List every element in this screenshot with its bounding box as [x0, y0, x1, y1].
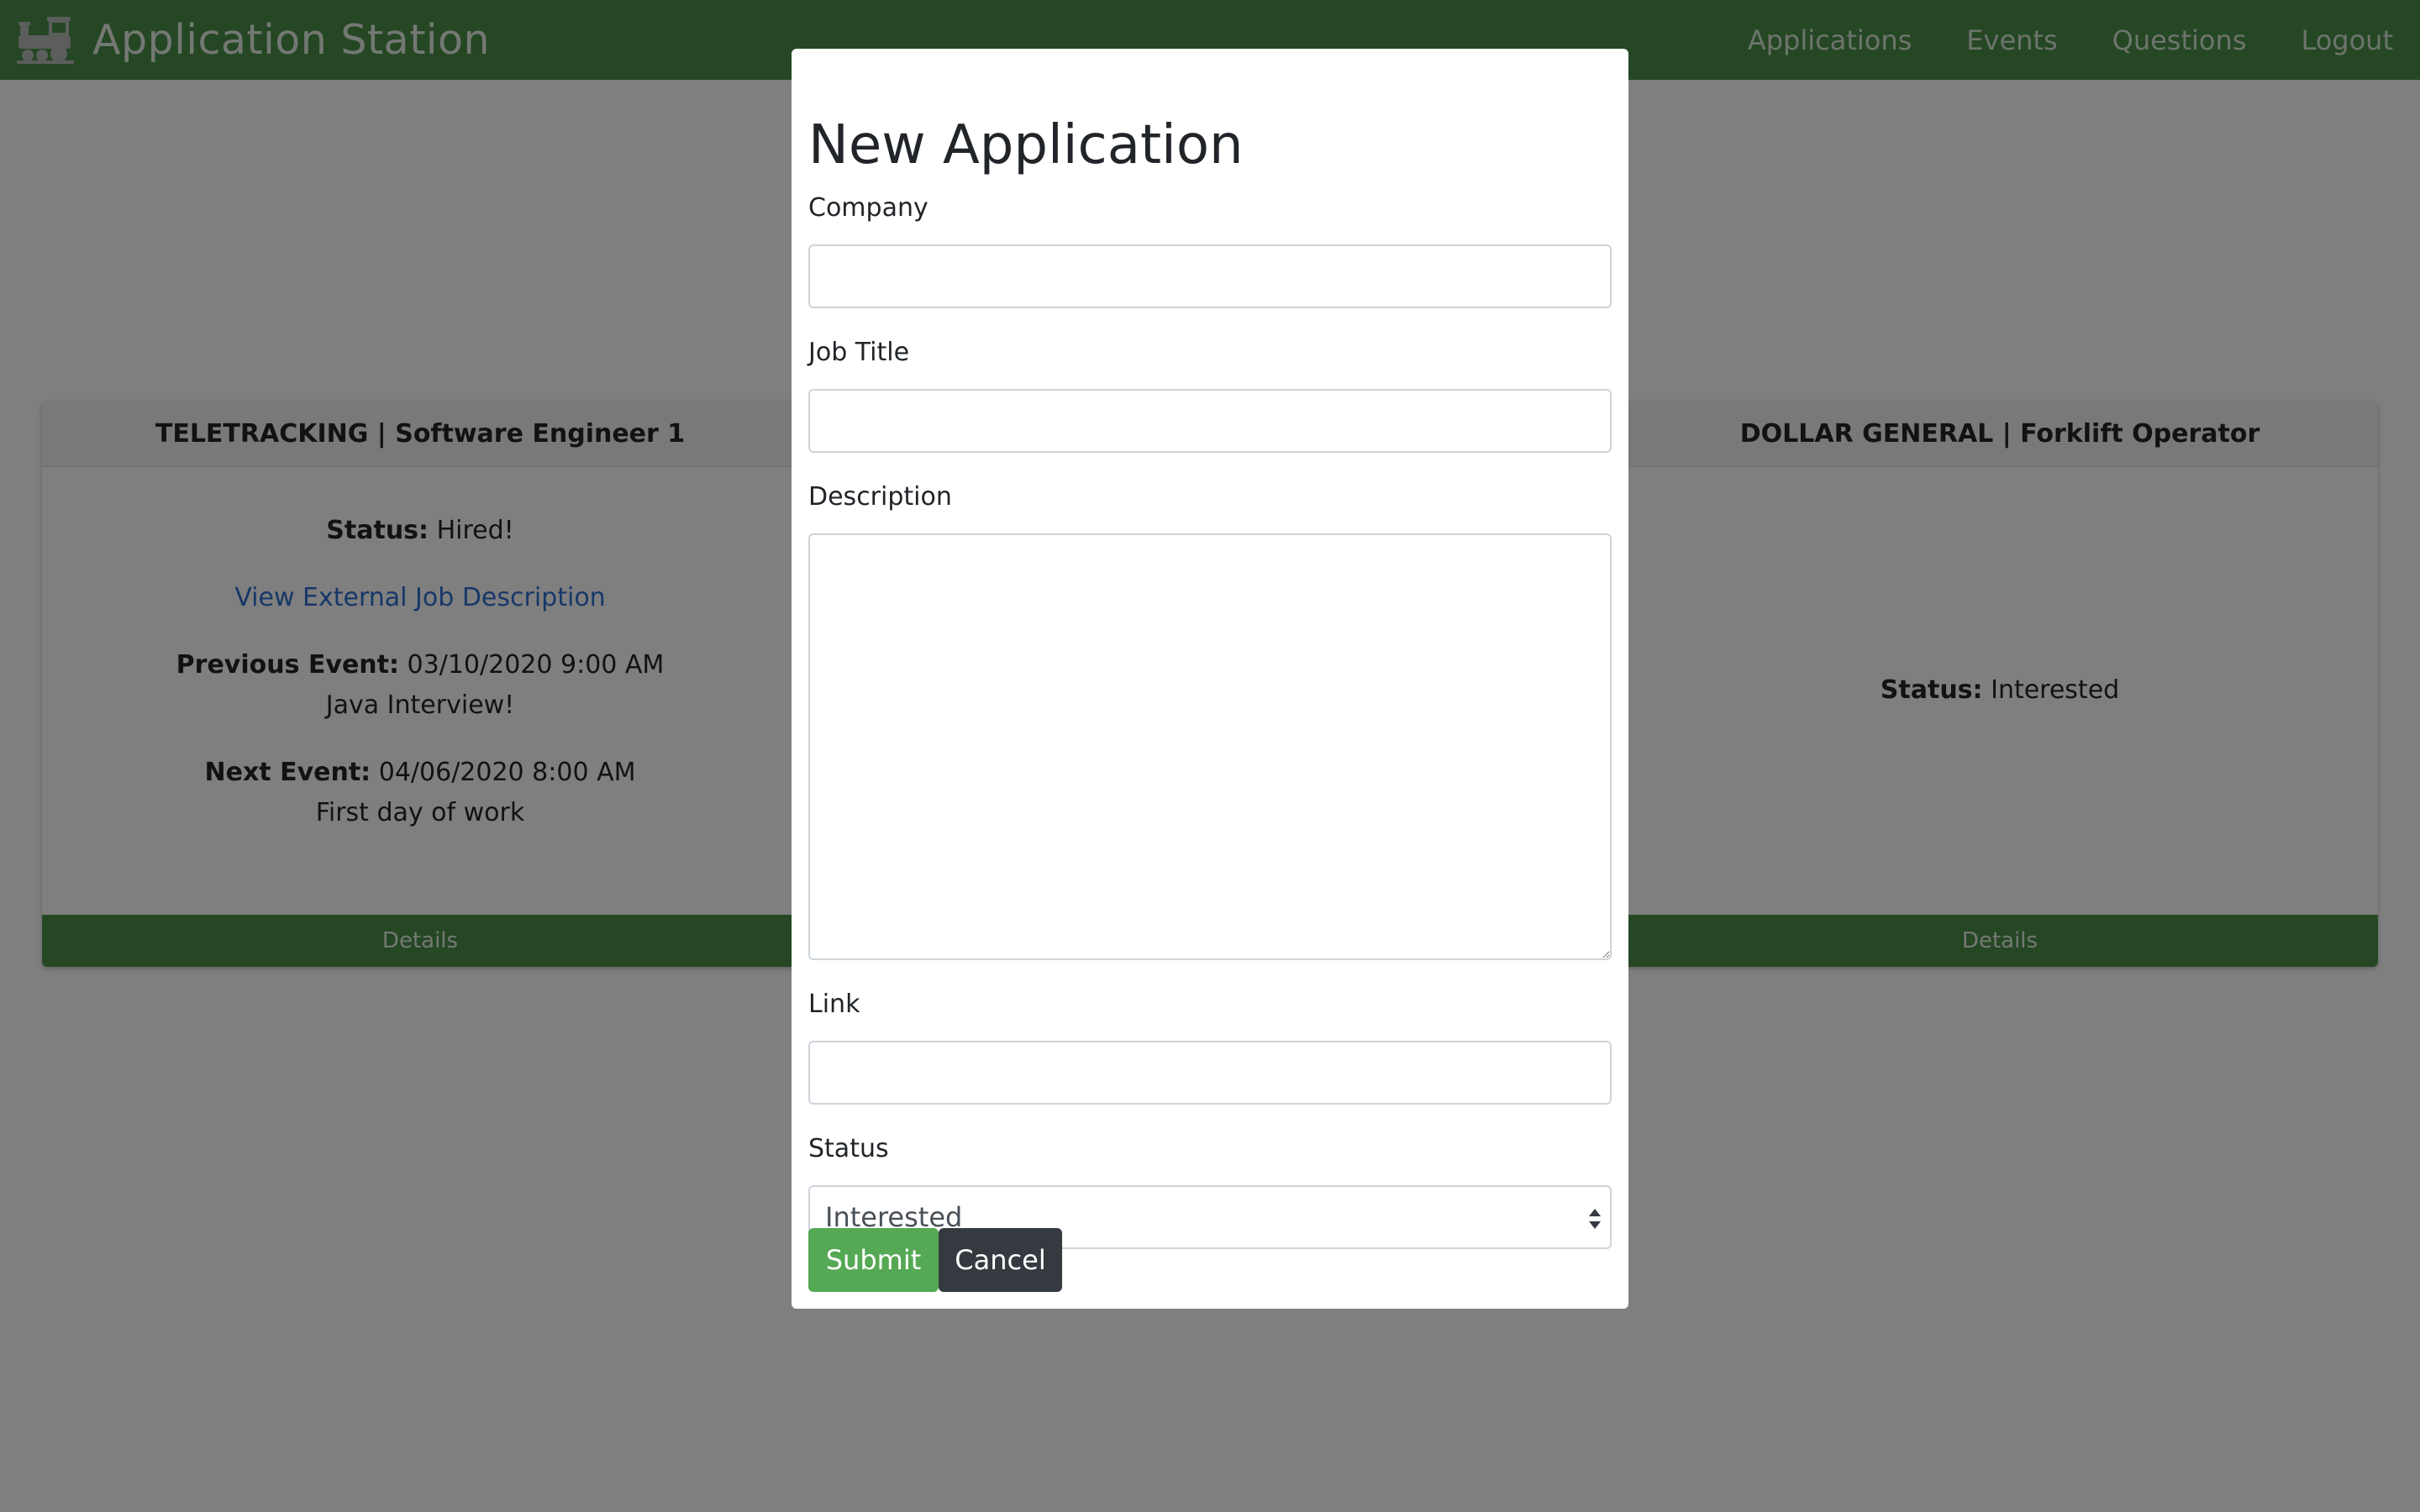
modal-title: New Application — [808, 114, 1244, 176]
link-label: Link — [808, 990, 860, 1019]
company-label: Company — [808, 193, 929, 223]
company-input[interactable] — [808, 244, 1612, 308]
status-label: Status — [808, 1134, 889, 1163]
description-label: Description — [808, 482, 952, 512]
select-arrows-icon — [1589, 1209, 1601, 1229]
submit-button[interactable]: Submit — [808, 1228, 939, 1292]
link-input[interactable] — [808, 1041, 1612, 1105]
cancel-button[interactable]: Cancel — [939, 1228, 1062, 1292]
job-title-label: Job Title — [808, 338, 910, 367]
job-title-input[interactable] — [808, 389, 1612, 453]
new-application-modal: New Application Company Job Title Descri… — [792, 49, 1628, 1309]
description-textarea[interactable] — [808, 533, 1612, 960]
